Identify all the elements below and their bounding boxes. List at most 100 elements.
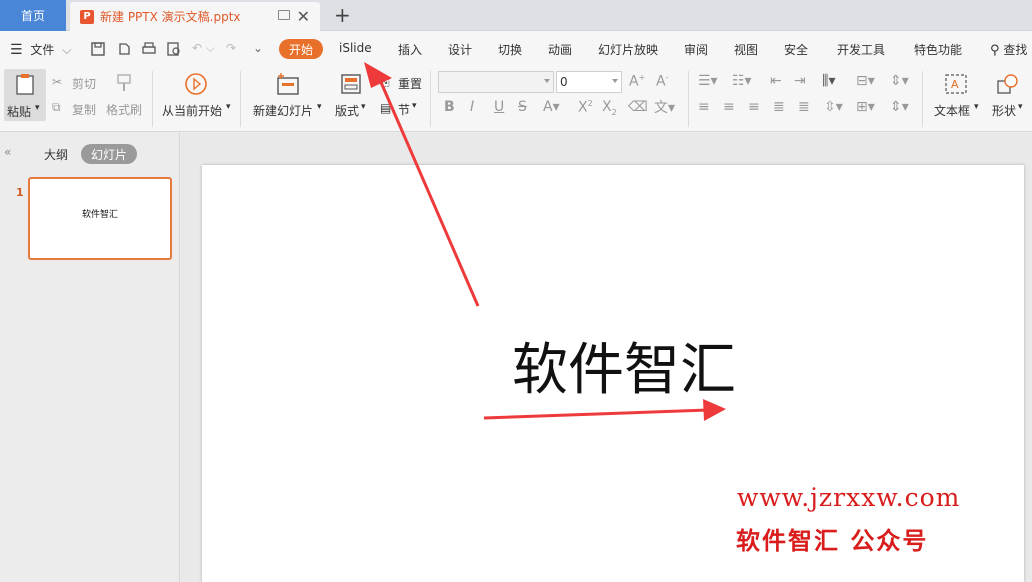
search-label: 查找: [1003, 43, 1028, 57]
layout-dropdown-icon[interactable]: ▾: [361, 102, 366, 112]
cut-button[interactable]: 剪切: [72, 75, 96, 92]
new-tab-button[interactable]: +: [334, 3, 351, 27]
slide-canvas[interactable]: 软件智汇 www.jzrxxw.com 软件智汇 公众号: [202, 165, 1024, 582]
play-circle-icon: [185, 73, 207, 95]
hamburger-icon: ☰: [10, 42, 23, 58]
tab-slides[interactable]: 幻灯片: [81, 144, 137, 164]
export-icon[interactable]: [116, 41, 132, 57]
vertical-align-icon[interactable]: ⇳▾: [824, 99, 843, 115]
collapse-panel-icon[interactable]: «: [4, 145, 11, 159]
eraser-icon[interactable]: ⌫: [628, 99, 648, 115]
shape-dropdown-icon[interactable]: ▾: [1018, 102, 1023, 112]
slide-thumbnail[interactable]: 软件智汇: [28, 177, 172, 260]
search-button[interactable]: ⚲ 查找: [990, 41, 1027, 58]
undo-icon[interactable]: ↶ ⌵: [192, 41, 215, 56]
ribbon-separator: [430, 71, 431, 127]
print-icon[interactable]: [141, 41, 157, 57]
tab-outline[interactable]: 大纲: [44, 146, 68, 163]
save-icon[interactable]: [90, 41, 106, 57]
print-preview-icon[interactable]: [166, 41, 182, 57]
clipboard-icon: [16, 74, 34, 95]
reset-button[interactable]: 重置: [398, 75, 422, 92]
quick-access-dropdown-icon[interactable]: ⌄: [253, 41, 263, 55]
ribbon-separator: [688, 71, 689, 127]
paste-button[interactable]: 粘贴 ▾: [4, 69, 46, 121]
cut-icon: ✂: [52, 75, 63, 89]
menu-tab-slideshow[interactable]: 幻灯片放映: [598, 41, 658, 58]
menu-tab-islide[interactable]: iSlide: [339, 41, 372, 55]
search-icon: ⚲: [990, 43, 1000, 58]
document-tab-title: 新建 PPTX 演示文稿.pptx: [100, 10, 241, 24]
text-direction-icon[interactable]: ⫼▾: [822, 73, 835, 89]
menu-bar: ☰ 文件 ⌵ ↶ ⌵ ↷ ⌄ 开始 iSlide 插入 设计 切换 动画 幻灯片…: [0, 31, 1032, 67]
format-painter-button[interactable]: 格式刷: [106, 101, 142, 118]
increase-font-icon[interactable]: A+: [629, 73, 645, 90]
menu-tab-animation[interactable]: 动画: [548, 41, 572, 58]
strikethrough-icon[interactable]: S: [518, 99, 527, 115]
new-slide-dropdown-icon[interactable]: ▾: [317, 102, 322, 112]
distribute-icon[interactable]: ≣: [798, 99, 810, 115]
underline-icon[interactable]: U: [494, 99, 504, 115]
align-center-icon[interactable]: ≡: [723, 99, 735, 115]
watermark-name: 软件智汇 公众号: [736, 526, 929, 555]
line-spacing-icon[interactable]: ⇕▾: [890, 73, 909, 89]
decrease-font-icon[interactable]: A-: [656, 73, 668, 90]
shape-button[interactable]: 形状: [992, 102, 1016, 119]
font-color-icon[interactable]: A▾: [543, 99, 560, 115]
slide-panel: « 大纲 幻灯片 1 软件智汇: [0, 133, 180, 582]
file-menu[interactable]: ☰ 文件 ⌵: [10, 41, 71, 58]
layout-button[interactable]: 版式: [335, 102, 359, 119]
justify-icon[interactable]: ≣: [773, 99, 785, 115]
font-name-select[interactable]: [438, 71, 554, 93]
section-dropdown-icon[interactable]: ▾: [412, 101, 417, 111]
align-left-icon[interactable]: ≡: [698, 99, 710, 115]
smart-art-icon[interactable]: ⊞▾: [856, 99, 875, 115]
textbox-icon: A: [945, 74, 967, 94]
phonetic-guide-icon[interactable]: 文▾: [654, 97, 675, 117]
font-size-select[interactable]: 0: [556, 71, 622, 93]
new-slide-button[interactable]: 新建幻灯片: [253, 102, 313, 119]
pptx-file-icon: P: [80, 9, 94, 24]
textbox-dropdown-icon[interactable]: ▾: [974, 102, 979, 112]
ribbon-separator: [240, 71, 241, 127]
decrease-indent-icon[interactable]: ⇤: [770, 73, 782, 89]
slide-title-text[interactable]: 软件智汇: [512, 325, 736, 406]
italic-icon[interactable]: I: [470, 99, 474, 115]
superscript-icon[interactable]: X2: [578, 99, 593, 116]
section-button[interactable]: 节: [398, 101, 410, 118]
file-menu-label: 文件: [30, 43, 55, 57]
menu-tab-design[interactable]: 设计: [448, 41, 472, 58]
increase-indent-icon[interactable]: ⇥: [794, 73, 806, 89]
align-right-icon[interactable]: ≡: [748, 99, 760, 115]
screen-icon[interactable]: [278, 10, 290, 20]
menu-tab-start[interactable]: 开始: [279, 39, 323, 59]
paste-label: 粘贴: [7, 105, 32, 119]
bullet-list-icon[interactable]: ☰▾: [698, 73, 718, 89]
menu-tab-review[interactable]: 审阅: [684, 41, 708, 58]
format-painter-icon: [117, 74, 131, 91]
numbered-list-icon[interactable]: ☷▾: [732, 73, 752, 89]
menu-tab-security[interactable]: 安全: [784, 41, 808, 58]
menu-tab-view[interactable]: 视图: [734, 41, 758, 58]
redo-icon[interactable]: ↷: [226, 41, 236, 55]
menu-tab-insert[interactable]: 插入: [398, 41, 422, 58]
paragraph-spacing-icon[interactable]: ⇕▾: [890, 99, 909, 115]
bold-icon[interactable]: B: [444, 99, 455, 115]
close-tab-icon[interactable]: ✕: [297, 7, 310, 26]
ribbon-separator: [152, 71, 153, 127]
from-current-button[interactable]: 从当前开始: [162, 102, 222, 119]
new-slide-icon: [277, 73, 299, 95]
ribbon-toolbar: 粘贴 ▾ ✂ 剪切 ⧉ 复制 格式刷 从当前开始 ▾ 新建幻灯片 ▾ 版式 ▾ …: [0, 67, 1032, 132]
menu-tab-transition[interactable]: 切换: [498, 41, 522, 58]
copy-button[interactable]: 复制: [72, 101, 96, 118]
subscript-icon[interactable]: X2: [602, 99, 617, 117]
reset-icon: ⎘: [380, 75, 390, 89]
menu-tab-features[interactable]: 特色功能: [914, 41, 962, 58]
chevron-down-icon: [544, 79, 550, 83]
tab-home[interactable]: 首页: [0, 0, 66, 31]
from-current-dropdown-icon[interactable]: ▾: [226, 102, 231, 112]
columns-icon[interactable]: ⊟▾: [856, 73, 875, 89]
textbox-button[interactable]: 文本框: [934, 102, 970, 119]
menu-tab-developer[interactable]: 开发工具: [837, 41, 885, 58]
tab-document[interactable]: P 新建 PPTX 演示文稿.pptx ✕: [70, 2, 320, 31]
